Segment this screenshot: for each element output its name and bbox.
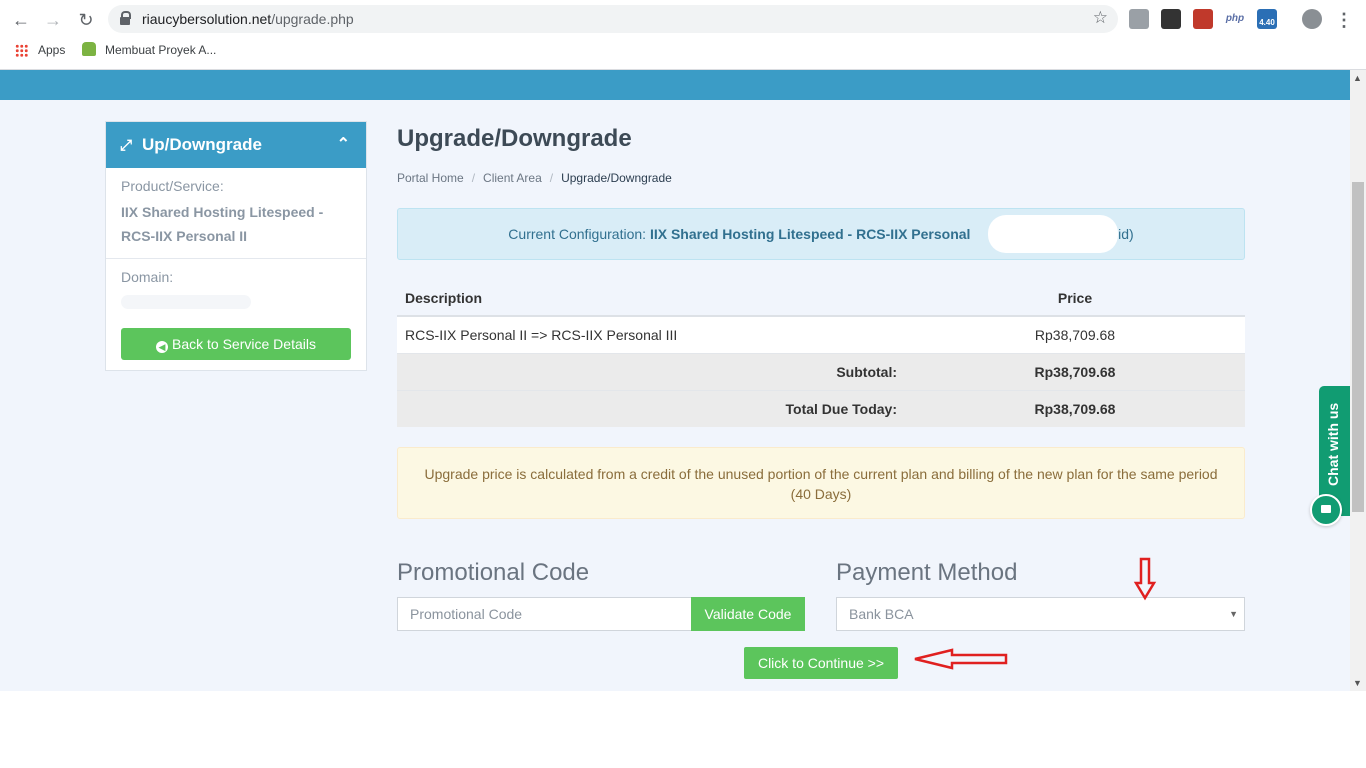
total-due-value: Rp38,709.68 (905, 389, 1245, 427)
sidebar-domain-section: Domain: (106, 259, 366, 324)
sidebar-panel: ⤢ Up/Downgrade ⌃ Product/Service: IIX Sha… (105, 121, 367, 371)
sidebar-product-section: Product/Service: IIX Shared Hosting Lite… (106, 168, 366, 259)
breadcrumb-current: Upgrade/Downgrade (561, 171, 672, 185)
page-title: Upgrade/Downgrade (397, 125, 632, 152)
validate-code-button[interactable]: Validate Code (691, 597, 805, 631)
payment-method-section: Payment Method Bank BCA ▼ (836, 559, 1245, 631)
breadcrumb-client-area[interactable]: Client Area (483, 171, 542, 185)
total-due-row: Total Due Today: Rp38,709.68 (397, 389, 1245, 427)
breadcrumb: Portal Home / Client Area / Upgrade/Downgrad… (397, 171, 672, 185)
version-extension-icon[interactable]: 4.40 (1257, 9, 1277, 29)
product-label: Product/Service: (121, 178, 224, 194)
upgrade-summary-table: Description Price RCS-IIX Personal II =>… (397, 280, 1245, 427)
main-content: Upgrade/Downgrade Portal Home / Client Are… (397, 121, 1245, 679)
product-value-line2: RCS-IIX Personal II (121, 228, 248, 244)
chat-tab-label: Chat with us (1325, 402, 1341, 486)
product-value-line1: IIX Shared Hosting Litespeed - (121, 204, 324, 220)
table-row: RCS-IIX Personal II => RCS-IIX Personal … (397, 315, 1245, 353)
scrollbar-thumb[interactable] (1352, 182, 1364, 512)
row-price: Rp38,709.68 (905, 315, 1245, 353)
chat-bubble-icon[interactable] (1310, 494, 1342, 526)
click-to-continue-button[interactable]: Click to Continue >> (744, 647, 898, 679)
annotation-arrow-down-icon (1133, 557, 1157, 601)
bookmark-membuat-proyek[interactable]: Membuat Proyek A... (105, 43, 216, 57)
site-header-bar (0, 70, 1350, 100)
subtotal-label: Subtotal: (397, 352, 905, 390)
column-header-description: Description (397, 280, 905, 317)
dropdown-caret-icon: ▼ (1229, 609, 1238, 619)
annotation-arrow-left-icon (914, 648, 1008, 670)
promo-code-title: Promotional Code (397, 559, 590, 586)
pdf-extension-icon[interactable] (1193, 9, 1213, 29)
cloud-extension-icon[interactable] (1129, 9, 1149, 29)
camera-extension-icon[interactable] (1161, 9, 1181, 29)
breadcrumb-portal-home[interactable]: Portal Home (397, 171, 464, 185)
forward-arrow-icon[interactable]: → (41, 8, 65, 32)
arrow-circle-left-icon: ◀ (156, 341, 169, 353)
bookmark-apps[interactable]: Apps (38, 43, 65, 57)
redacted-area (988, 215, 1118, 253)
reload-icon[interactable]: ↻ (74, 8, 98, 32)
menu-dots-icon[interactable]: ⋮ (1332, 8, 1356, 32)
browser-chrome: ← → ↻ riaucybersolution.net/upgrade.php … (0, 0, 1366, 70)
lock-icon (120, 11, 131, 25)
promo-code-section: Promotional Code Promotional Code Valida… (397, 559, 805, 631)
subtotal-value: Rp38,709.68 (905, 352, 1245, 390)
sidebar-header[interactable]: ⤢ Up/Downgrade ⌃ (106, 122, 366, 168)
row-description: RCS-IIX Personal II => RCS-IIX Personal … (397, 315, 905, 353)
bookmarks-bar: Apps Membuat Proyek A... (0, 38, 1366, 64)
upgrade-price-note: Upgrade price is calculated from a credi… (397, 447, 1245, 519)
page-scrollbar[interactable]: ▲ ▼ (1350, 70, 1366, 691)
android-icon (82, 42, 96, 56)
current-configuration-alert: Current Configuration: IIX Shared Hostin… (397, 208, 1245, 260)
payment-method-selected: Bank BCA (849, 606, 914, 622)
address-bar[interactable]: riaucybersolution.net/upgrade.php ☆ (108, 5, 1118, 33)
total-due-label: Total Due Today: (397, 389, 905, 427)
php-extension-icon[interactable]: php (1225, 9, 1245, 29)
scroll-up-arrow-icon[interactable]: ▲ (1353, 73, 1362, 83)
back-to-service-details-button[interactable]: ◀ Back to Service Details (121, 328, 351, 360)
subtotal-row: Subtotal: Rp38,709.68 (397, 352, 1245, 390)
payment-method-title: Payment Method (836, 559, 1018, 586)
chevron-up-icon[interactable]: ⌃ (337, 122, 350, 168)
column-header-price: Price (905, 280, 1245, 317)
scroll-down-arrow-icon[interactable]: ▼ (1353, 678, 1362, 688)
bookmark-star-icon[interactable]: ☆ (1093, 8, 1108, 28)
domain-value-redacted (121, 295, 251, 309)
domain-label: Domain: (121, 269, 174, 285)
configuration-value: IIX Shared Hosting Litespeed - RCS-IIX P… (649, 226, 971, 242)
url-text: riaucybersolution.net/upgrade.php (142, 11, 354, 27)
sidebar-title: Up/Downgrade (142, 135, 262, 154)
expand-arrows-icon: ⤢ (120, 137, 133, 154)
back-arrow-icon[interactable]: ← (9, 8, 33, 32)
payment-method-select[interactable]: Bank BCA ▼ (836, 597, 1245, 631)
profile-avatar[interactable] (1302, 9, 1322, 29)
apps-grid-icon (15, 44, 28, 57)
